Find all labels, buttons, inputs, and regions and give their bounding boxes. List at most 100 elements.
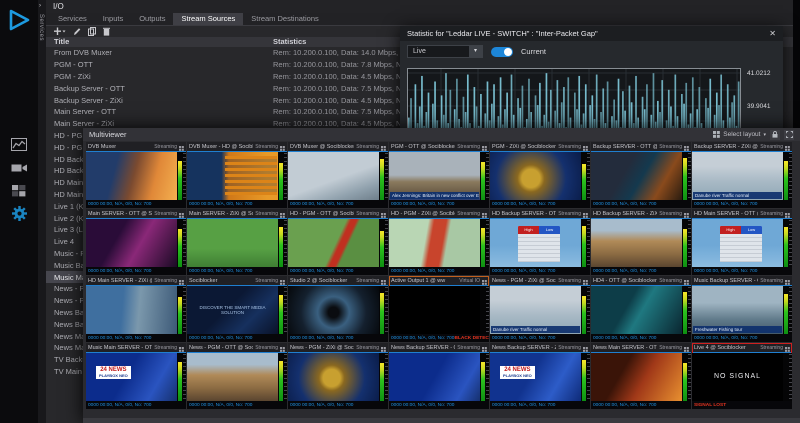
meter-scale [385, 354, 388, 400]
meter-bar [481, 228, 485, 267]
tab-inputs[interactable]: Inputs [95, 13, 131, 25]
multiviewer-cell[interactable]: News - PGM - ZiXi @ SociblockerStreaming… [288, 343, 388, 409]
video-thumbnail [490, 152, 581, 200]
cell-info-strip: 0000 00:00, N/A, 0/0, No: 700 [591, 334, 691, 342]
video-thumbnail [288, 219, 379, 267]
delete-button[interactable] [103, 27, 110, 36]
statistics-titlebar[interactable]: Statistic for "Leddar LIVE - SWITCH" : "… [400, 26, 783, 41]
sidebar-line-chart-icon[interactable] [0, 133, 38, 156]
video-caption: Freshwater Fishing tour [693, 326, 782, 333]
duplicate-button[interactable] [88, 27, 96, 36]
cell-title: HD - PGM - ZiXi @ Sociblocker [391, 211, 455, 217]
multiviewer-cell[interactable]: DVB Muxer @ SociblockerStreaming0000 00:… [288, 142, 388, 208]
sidebar-video-camera-icon[interactable] [0, 156, 38, 179]
alert-text: SIGNAL LOST [694, 403, 726, 408]
multiviewer-cell[interactable]: News - PGM - ZiXi @ SociblockerStreaming… [490, 276, 590, 342]
meter-bar [380, 231, 384, 267]
multiviewer-cell[interactable]: HD Backup SERVER - OTT @ SociblockerStre… [490, 209, 590, 275]
audio-meter [682, 286, 691, 334]
select-layout-dropdown[interactable]: Select layout ▾ [713, 131, 766, 138]
io-window-title: I/O [53, 2, 64, 11]
cell-title: DVB Muxer [88, 144, 152, 150]
tab-services[interactable]: Services [50, 13, 95, 25]
sidebar-multiviewer-grid-icon[interactable] [0, 179, 38, 202]
cell-video [288, 353, 388, 401]
multiviewer-cell[interactable]: HD4 - OTT @ SociblockerStreaming0000 00:… [591, 276, 691, 342]
multiviewer-cell[interactable]: PGM - ZiXi @ SociblockerStreaming0000 00… [490, 142, 590, 208]
cell-video [187, 152, 287, 200]
video-thumbnail [187, 219, 278, 267]
multiviewer-cell[interactable]: Backup SERVER - OTT @ SociblockerStreami… [591, 142, 691, 208]
multiviewer-cell[interactable]: Studio 2 @ SociblockerStreaming0000 00:0… [288, 276, 388, 342]
cell-info-strip: 0000 00:00, N/A, 0/0, No: 700 [692, 267, 792, 275]
cell-info-strip: SIGNAL LOST [692, 401, 792, 409]
meter-bar [784, 227, 788, 267]
meter-bar [380, 363, 384, 401]
multiviewer-cell[interactable]: Live 4 @ SociblockerStreamingNO SIGNALSI… [692, 343, 792, 409]
meter-scale [789, 153, 792, 199]
multiviewer-cell[interactable]: HD - PGM - OTT @ SociblockerStreaming000… [288, 209, 388, 275]
multiviewer-titlebar[interactable]: Multiviewer Select layout ▾ [83, 128, 800, 141]
audio-meter [783, 152, 792, 200]
mode-dropdown[interactable]: Live ▾ [407, 45, 483, 58]
stream-info: 0000 00:00, N/A, 0/0, No: 700 [593, 336, 656, 341]
weather-high-label: High [720, 226, 741, 234]
cell-header: News - PGM - ZiXi @ SociblockerStreaming [288, 343, 388, 352]
multiviewer-cell[interactable]: HD Main SERVER - OTT @ SociblockerStream… [692, 209, 792, 275]
multiviewer-cell[interactable]: Backup SERVER - ZiXi @ SociblockerStream… [692, 142, 792, 208]
cell-info-strip: 0000 00:00, N/A, 0/0, No: 700 [86, 267, 186, 275]
multiviewer-cell[interactable]: Main SERVER - ZiXi @ SociblockerStreamin… [187, 209, 287, 275]
multiviewer-cell[interactable]: HD Backup SERVER - ZiXi @ SociblockerStr… [591, 209, 691, 275]
app-logo-icon [6, 7, 32, 38]
cell-info-strip: 0000 00:00, N/A, 0/0, No: 700 [86, 200, 186, 208]
multiviewer-cell[interactable]: PGM - OTT @ SociblockerStreamingAlex Jen… [389, 142, 489, 208]
tab-stream-destinations[interactable]: Stream Destinations [243, 13, 327, 25]
services-rail[interactable]: › Services [38, 0, 46, 423]
stream-info: 0000 00:00, N/A, 0/0, No: 700 [492, 202, 555, 207]
toggle-knob [504, 48, 512, 56]
meter-scale [183, 354, 186, 400]
edit-button[interactable] [73, 27, 81, 36]
cell-info-strip: 0000 00:00, N/A, 0/0, No: 700 [288, 401, 388, 409]
audio-meter [177, 353, 186, 401]
cell-title: HD - PGM - OTT @ Sociblocker [290, 211, 354, 217]
cell-status: Streaming [558, 278, 581, 284]
multiviewer-cell[interactable]: News - PGM - OTT @ SociblockerStreaming0… [187, 343, 287, 409]
sidebar-settings-gear-icon[interactable] [0, 202, 38, 225]
cell-status: Streaming [154, 144, 177, 150]
multiviewer-cell[interactable]: SociblockerStreamingDISCOVER THE SMART M… [187, 276, 287, 342]
tab-outputs[interactable]: Outputs [131, 13, 173, 25]
multiviewer-cell[interactable]: DVB Muxer - HD @ SociblockerStreaming000… [187, 142, 287, 208]
axis-tick-mid: 39.9041 [747, 103, 771, 110]
news-logo: 24 NEWSPLAYBOX NEO [96, 366, 131, 379]
current-toggle[interactable] [491, 47, 513, 57]
close-icon[interactable]: ✕ [769, 29, 776, 38]
video-thumbnail [389, 219, 480, 267]
cell-info-strip: 0000 00:00, N/A, 0/0, No: 700 [591, 401, 691, 409]
multiviewer-cell[interactable]: HD - PGM - ZiXi @ SociblockerStreaming00… [389, 209, 489, 275]
multiviewer-cell[interactable]: Music Backup SERVER - OTT @ SociblockStr… [692, 276, 792, 342]
cell-status: Streaming [659, 211, 682, 217]
weather-panel: HighLow [518, 226, 560, 262]
add-button[interactable] [54, 27, 66, 36]
multiviewer-cell[interactable]: News Main SERVER - OTT @ SociblockerStre… [591, 343, 691, 409]
cell-info-strip: 0000 00:00, N/A, 0/0, No: 700 [389, 267, 489, 275]
multiviewer-cell[interactable]: News Backup SERVER - OTT @ SociblockerSt… [389, 343, 489, 409]
io-window-titlebar[interactable]: I/O [46, 0, 793, 13]
cell-status: Streaming [154, 211, 177, 217]
row-title: From DVB Muxer [46, 48, 273, 57]
weather-body [720, 234, 762, 262]
multiviewer-cell[interactable]: DVB MuxerStreaming 0000 00:00, N/A, 0/0, … [86, 142, 186, 208]
meter-bar [279, 295, 283, 334]
audio-meter [480, 219, 489, 267]
video-thumbnail [288, 152, 379, 200]
cell-title: Sociblocker [189, 278, 253, 284]
lock-icon[interactable] [770, 130, 780, 140]
multiviewer-cell[interactable]: HD Main SERVER - ZiXi @ SociblockerStrea… [86, 276, 186, 342]
multiviewer-cell[interactable]: News Backup SERVER - ZiXi @ SociblockStr… [490, 343, 590, 409]
multiviewer-cell[interactable]: Active Output 1 @ wwVirtual IO0000 00:00… [389, 276, 489, 342]
cell-header: News - PGM - OTT @ SociblockerStreaming [187, 343, 287, 352]
multiviewer-cell[interactable]: Music Main SERVER - OTT @ SociblockerStr… [86, 343, 186, 409]
multiviewer-cell[interactable]: Main SERVER - OTT @ SociblockerStreaming… [86, 209, 186, 275]
tab-stream-sources[interactable]: Stream Sources [173, 13, 243, 25]
